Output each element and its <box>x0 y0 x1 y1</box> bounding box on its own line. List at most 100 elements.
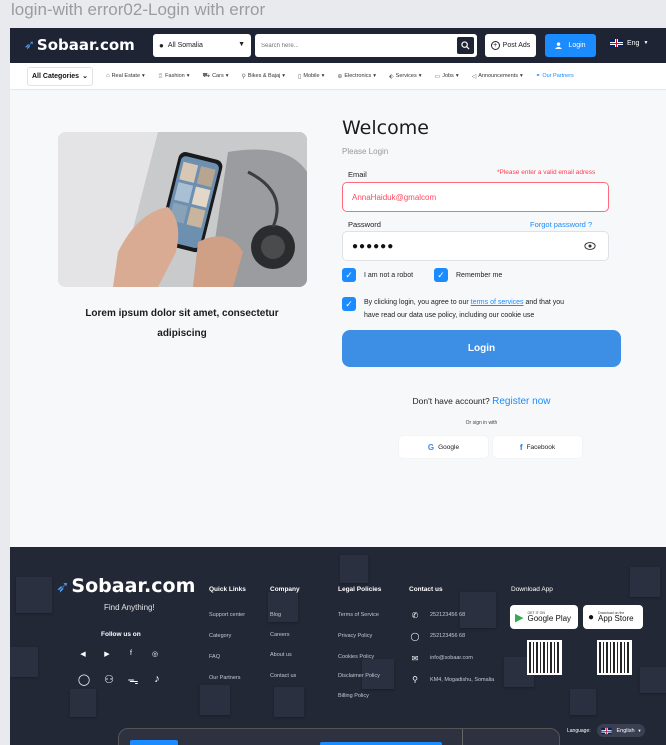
language-label: Eng <box>627 39 640 47</box>
car-icon: ⛟ <box>202 73 211 79</box>
chevron-down-icon: ▾ <box>142 73 145 79</box>
contact-email[interactable]: info@sobaar.com <box>430 655 473 661</box>
footer-link-terms[interactable]: Terms of Service <box>338 612 379 618</box>
category-fashion[interactable]: ♖ Fashion ▾ <box>158 73 190 80</box>
footer-logo[interactable]: ➶ Sobaar.com <box>56 575 195 597</box>
category-cars[interactable]: ⛟ Cars ▾ <box>203 72 229 80</box>
logo-bird-icon: ➶ <box>56 576 70 596</box>
category-electronics[interactable]: ⊕ Electronics ▾ <box>337 73 376 80</box>
briefcase-icon: ▭ <box>434 73 441 80</box>
all-categories-dropdown[interactable]: All Categories ⌄ <box>27 66 93 86</box>
category-announcements[interactable]: ◁ Announcements ▾ <box>472 73 523 80</box>
bg-tile <box>570 689 596 715</box>
language-switcher[interactable]: Eng ▼ <box>610 39 648 47</box>
login-button[interactable]: Login <box>342 330 621 367</box>
plus-icon: + <box>490 41 500 50</box>
register-now-link[interactable]: Register now <box>492 396 550 407</box>
not-robot-label: I am not a robot <box>364 272 414 279</box>
footer-link-partners[interactable]: Our Partners <box>209 675 240 681</box>
tiktok-icon[interactable]: ♪ <box>150 673 164 685</box>
snapchat-icon[interactable]: ⚇ <box>102 673 116 686</box>
google-label: Google <box>438 443 460 451</box>
youtube-icon[interactable]: ▶ <box>101 650 113 658</box>
footer-link-privacy[interactable]: Privacy Policy <box>338 633 372 639</box>
category-real-estate[interactable]: ⌂ Real Estate ▾ <box>106 73 145 79</box>
terms-of-service-link[interactable]: terms of services <box>471 299 524 306</box>
contact-address: KM4, Mogadishu, Somalia <box>430 677 495 683</box>
category-label: Real Estate <box>111 73 141 79</box>
terms-checkbox[interactable]: ✓ <box>342 297 356 311</box>
footer-link-about[interactable]: About us <box>270 652 292 658</box>
chevron-down-icon: ▼ <box>643 40 649 46</box>
phone-icon: ✆ <box>411 611 419 620</box>
category-label: Services <box>395 73 417 79</box>
category-services[interactable]: ⬖ Services ▾ <box>389 73 421 80</box>
page-title: Welcome <box>342 117 429 139</box>
footer-link-blog[interactable]: Blog <box>270 612 281 618</box>
phone-icon: ▯ <box>298 73 302 80</box>
app-store-badge[interactable]: ● Download on the App Store <box>583 605 643 629</box>
category-label: Bikes & Bajaj <box>247 73 281 79</box>
facebook-icon[interactable]: f <box>125 650 137 657</box>
footer-link-faq[interactable]: FAQ <box>209 654 220 660</box>
location-value: All Somalia <box>167 42 203 49</box>
top-navbar: ➶ Sobaar.com ● All Somalia ▼ + Post Ads … <box>10 28 666 63</box>
or-sign-in-text: Or sign in with <box>465 420 498 426</box>
terms-text: By clicking login, you agree to our term… <box>364 296 604 322</box>
category-bikes[interactable]: ⚲ Bikes & Bajaj ▾ <box>241 73 285 80</box>
instagram-icon[interactable]: ◎ <box>149 650 161 658</box>
footer-link-support[interactable]: Support center <box>209 612 245 618</box>
user-icon <box>555 42 563 49</box>
not-robot-checkbox[interactable]: ✓ <box>342 268 356 282</box>
partners-label: Our Partners <box>542 73 574 79</box>
google-icon: G <box>427 442 435 452</box>
search-input[interactable] <box>255 42 445 49</box>
checkmark-icon: ✓ <box>345 269 353 280</box>
our-partners-link[interactable]: ⚭ Our Partners <box>536 73 574 79</box>
uk-flag-icon <box>610 39 623 47</box>
password-field[interactable]: ●●●●●● <box>342 231 609 261</box>
twitter-icon[interactable]: ᯓ <box>126 673 140 688</box>
whatsapp-icon[interactable]: ◯ <box>77 673 91 686</box>
site-logo[interactable]: ➶ Sobaar.com <box>24 36 135 54</box>
footer-link-cookies[interactable]: Cookies Policy <box>338 654 374 660</box>
megaphone-icon: ◁ <box>471 73 477 80</box>
facebook-signin-button[interactable]: f Facebook <box>493 436 582 458</box>
location-select[interactable]: ● All Somalia ▼ <box>153 34 251 57</box>
contact-phone-1[interactable]: 252123456 68 <box>430 612 465 618</box>
post-ads-button[interactable]: + Post Ads <box>485 34 536 57</box>
chevron-down-icon: ▼ <box>238 41 245 48</box>
email-error-message: *Please enter a valid email adress <box>497 169 596 176</box>
bg-tile <box>10 647 38 677</box>
chevron-down-icon: ▼ <box>637 728 642 733</box>
location-pin-icon: ⚲ <box>412 675 418 684</box>
remember-me-checkbox[interactable]: ✓ <box>434 268 448 282</box>
footer-link-careers[interactable]: Careers <box>270 632 290 638</box>
checkmark-icon: ✓ <box>437 269 445 280</box>
bottom-bar-button[interactable] <box>130 740 178 745</box>
google-play-badge[interactable]: ▶ GET IT ON Google Play <box>510 605 578 629</box>
header-login-button[interactable]: Login <box>545 34 596 57</box>
electronics-icon: ⊕ <box>337 73 343 80</box>
hand-holding-phone-image <box>58 132 307 287</box>
contact-heading: Contact us <box>409 586 443 593</box>
eye-icon[interactable] <box>584 241 596 251</box>
google-signin-button[interactable]: G Google <box>399 436 488 458</box>
footer-language-select[interactable]: English ▼ <box>597 724 645 737</box>
frame-title: login-with error02-Login with error <box>11 0 266 19</box>
category-jobs[interactable]: ▭ Jobs ▾ <box>435 73 459 80</box>
email-field[interactable]: AnnaHaiduk@gmalcom <box>342 182 609 212</box>
telegram-icon[interactable]: ◀ <box>77 650 89 658</box>
footer-link-billing[interactable]: Billing Policy <box>338 693 369 699</box>
logo-bird-icon: ➶ <box>24 37 35 53</box>
footer-link-category[interactable]: Category <box>209 633 231 639</box>
forgot-password-link[interactable]: Forgot password ? <box>530 220 592 229</box>
app-store-big: App Store <box>598 614 634 623</box>
chevron-down-icon: ⌄ <box>82 73 88 80</box>
apple-icon: ● <box>588 611 595 623</box>
contact-phone-2[interactable]: 252123456 68 <box>430 633 465 639</box>
footer-link-disclaimer[interactable]: Disclaimer Policy <box>338 673 380 679</box>
category-mobile[interactable]: ▯ Mobile ▾ <box>298 73 324 80</box>
search-button[interactable] <box>457 37 474 54</box>
footer-link-contact[interactable]: Contact us <box>270 673 296 679</box>
